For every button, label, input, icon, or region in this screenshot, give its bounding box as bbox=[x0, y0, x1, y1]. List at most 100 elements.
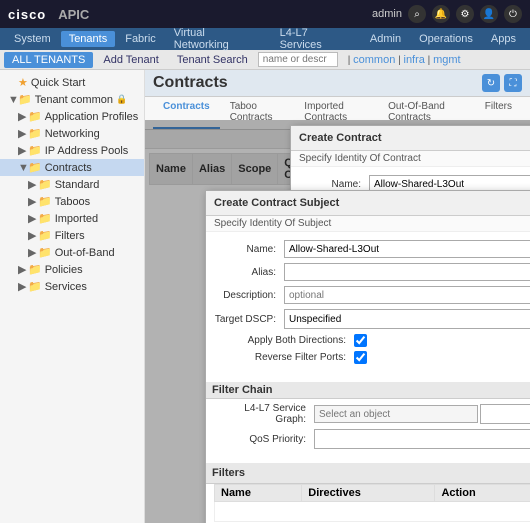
filters-section-title: Filters bbox=[212, 467, 245, 479]
folder-icon-net: 📁 bbox=[28, 127, 42, 140]
path-common[interactable]: common bbox=[353, 54, 395, 66]
nav-apps[interactable]: Apps bbox=[483, 31, 524, 47]
create-contract-subtitle: Specify Identity Of Contract bbox=[291, 151, 530, 167]
folder-icon-tab: 📁 bbox=[38, 195, 52, 208]
tab-add-tenant[interactable]: Add Tenant bbox=[95, 52, 166, 68]
content-header: Contracts ↻ ⛶ bbox=[145, 70, 530, 97]
sidebar-item-out-of-band[interactable]: ▶ 📁 Out-of-Band bbox=[0, 244, 144, 261]
search-input[interactable] bbox=[258, 52, 338, 67]
subject-desc-input[interactable] bbox=[284, 286, 530, 304]
reverse-ports-label: Reverse Filter Ports: bbox=[214, 352, 354, 363]
path-infra[interactable]: infra bbox=[404, 54, 425, 66]
filters-section-header: Filters + bbox=[206, 463, 530, 484]
filters-table: Name Directives Action Priority bbox=[214, 484, 530, 522]
nav-system[interactable]: System bbox=[6, 31, 59, 47]
sidebar-item-taboos[interactable]: ▶ 📁 Taboos bbox=[0, 193, 144, 210]
subject-desc-label: Description: bbox=[214, 290, 284, 301]
folder-icon-ap: 📁 bbox=[28, 110, 42, 123]
subject-alias-row: Alias: bbox=[214, 263, 530, 281]
nav-admin[interactable]: Admin bbox=[362, 31, 409, 47]
folder-icon-contracts: 📁 bbox=[28, 161, 42, 174]
search-icon[interactable]: ⌕ bbox=[408, 5, 426, 23]
top-bar: cisco APIC admin ⌕ 🔔 ⚙ 👤 ⏻ bbox=[0, 0, 530, 28]
l4l7-input[interactable] bbox=[314, 405, 478, 423]
sidebar-label-contracts: Contracts bbox=[45, 162, 92, 174]
create-subject-title-bar: Create Contract Subject ? ✕ bbox=[206, 191, 530, 216]
sidebar-item-imported[interactable]: ▶ 📁 Imported bbox=[0, 210, 144, 227]
expand-icon-flt: ▶ bbox=[28, 229, 38, 242]
logout-icon[interactable]: ⏻ bbox=[504, 5, 522, 23]
sidebar-label-tenant-common: Tenant common bbox=[35, 94, 113, 106]
reverse-ports-checkbox[interactable] bbox=[354, 351, 367, 364]
maximize-icon[interactable]: ⛶ bbox=[504, 74, 522, 92]
folder-icon-std: 📁 bbox=[38, 178, 52, 191]
apply-both-checkbox[interactable] bbox=[354, 334, 367, 347]
nav-virtual-networking[interactable]: Virtual Networking bbox=[166, 25, 270, 53]
cisco-logo: cisco bbox=[8, 7, 46, 22]
expand-icon-tab: ▶ bbox=[28, 195, 38, 208]
nav-bar: System Tenants Fabric Virtual Networking… bbox=[0, 28, 530, 50]
subject-name-input[interactable] bbox=[284, 240, 530, 258]
expand-icon-contracts: ▼ bbox=[18, 162, 28, 174]
nav-fabric[interactable]: Fabric bbox=[117, 31, 164, 47]
nav-tenants[interactable]: Tenants bbox=[61, 31, 116, 47]
tab-tenant-search[interactable]: Tenant Search bbox=[169, 52, 256, 68]
apply-both-label: Apply Both Directions: bbox=[214, 335, 354, 346]
sidebar-item-filters[interactable]: ▶ 📁 Filters bbox=[0, 227, 144, 244]
sidebar: ★ Quick Start ▼ 📁 Tenant common 🔒 ▶ 📁 Ap… bbox=[0, 70, 145, 523]
create-subject-title: Create Contract Subject bbox=[214, 197, 339, 209]
filter-col-directives: Directives bbox=[302, 485, 435, 502]
qos-select[interactable] bbox=[314, 429, 530, 449]
sidebar-label-policies: Policies bbox=[45, 264, 83, 276]
refresh-icon[interactable]: ↻ bbox=[482, 74, 500, 92]
subject-alias-input[interactable] bbox=[284, 263, 530, 281]
header-icons: ↻ ⛶ bbox=[482, 74, 522, 92]
sidebar-label-ip-pools: IP Address Pools bbox=[45, 145, 129, 157]
sidebar-item-app-profiles[interactable]: ▶ 📁 Application Profiles bbox=[0, 108, 144, 125]
nav-l4l7[interactable]: L4-L7 Services bbox=[272, 25, 360, 53]
sidebar-label-networking: Networking bbox=[45, 128, 100, 140]
sidebar-item-networking[interactable]: ▶ 📁 Networking bbox=[0, 125, 144, 142]
sidebar-item-quickstart[interactable]: ★ Quick Start bbox=[0, 74, 144, 91]
content-area: Contracts ↻ ⛶ Contracts Taboo Contracts … bbox=[145, 70, 530, 523]
expand-icon-imp: ▶ bbox=[28, 212, 38, 225]
main-layout: ★ Quick Start ▼ 📁 Tenant common 🔒 ▶ 📁 Ap… bbox=[0, 70, 530, 523]
expand-icon-oob: ▶ bbox=[28, 246, 38, 259]
l4l7-label: L4-L7 Service Graph: bbox=[214, 403, 314, 425]
sidebar-label-services: Services bbox=[45, 281, 87, 293]
sidebar-label-filters: Filters bbox=[55, 230, 85, 242]
top-bar-right: admin ⌕ 🔔 ⚙ 👤 ⏻ bbox=[372, 5, 522, 23]
subject-dscp-select[interactable]: Unspecified bbox=[284, 309, 530, 329]
qos-row: QoS Priority: bbox=[214, 429, 530, 449]
sidebar-item-standard[interactable]: ▶ 📁 Standard bbox=[0, 176, 144, 193]
l4l7-row: L4-L7 Service Graph: bbox=[214, 403, 530, 425]
filter-chain-header: Filter Chain bbox=[206, 382, 530, 399]
tab-all-tenants[interactable]: ALL TENANTS bbox=[4, 52, 93, 68]
admin-label: admin bbox=[372, 8, 402, 20]
sidebar-item-policies[interactable]: ▶ 📁 Policies bbox=[0, 261, 144, 278]
name-label: Name: bbox=[299, 179, 369, 190]
lock-icon: 🔒 bbox=[116, 94, 127, 105]
settings-icon[interactable]: ⚙ bbox=[456, 5, 474, 23]
bell-icon[interactable]: 🔔 bbox=[432, 5, 450, 23]
star-icon: ★ bbox=[18, 76, 28, 89]
user-icon[interactable]: 👤 bbox=[480, 5, 498, 23]
content-title: Contracts bbox=[153, 74, 228, 92]
qos-label: QoS Priority: bbox=[214, 434, 314, 445]
subject-desc-row: Description: bbox=[214, 286, 530, 304]
create-contract-title: Create Contract bbox=[299, 132, 382, 144]
subject-dscp-label: Target DSCP: bbox=[214, 314, 284, 325]
filter-chain-content: L4-L7 Service Graph: QoS Priority: bbox=[206, 399, 530, 457]
path-mgmt[interactable]: mgmt bbox=[433, 54, 461, 66]
sidebar-item-contracts[interactable]: ▼ 📁 Contracts bbox=[0, 159, 144, 176]
sidebar-item-services[interactable]: ▶ 📁 Services bbox=[0, 278, 144, 295]
l4l7-select[interactable] bbox=[480, 404, 530, 424]
folder-icon-svc: 📁 bbox=[28, 280, 42, 293]
sidebar-label-imported: Imported bbox=[55, 213, 98, 225]
sidebar-item-tenant-common[interactable]: ▼ 📁 Tenant common 🔒 bbox=[0, 91, 144, 108]
folder-icon-oob: 📁 bbox=[38, 246, 52, 259]
sidebar-item-ip-pools[interactable]: ▶ 📁 IP Address Pools bbox=[0, 142, 144, 159]
tab-bar: ALL TENANTS Add Tenant Tenant Search | c… bbox=[0, 50, 530, 70]
expand-icon-net: ▶ bbox=[18, 127, 28, 140]
nav-operations[interactable]: Operations bbox=[411, 31, 481, 47]
